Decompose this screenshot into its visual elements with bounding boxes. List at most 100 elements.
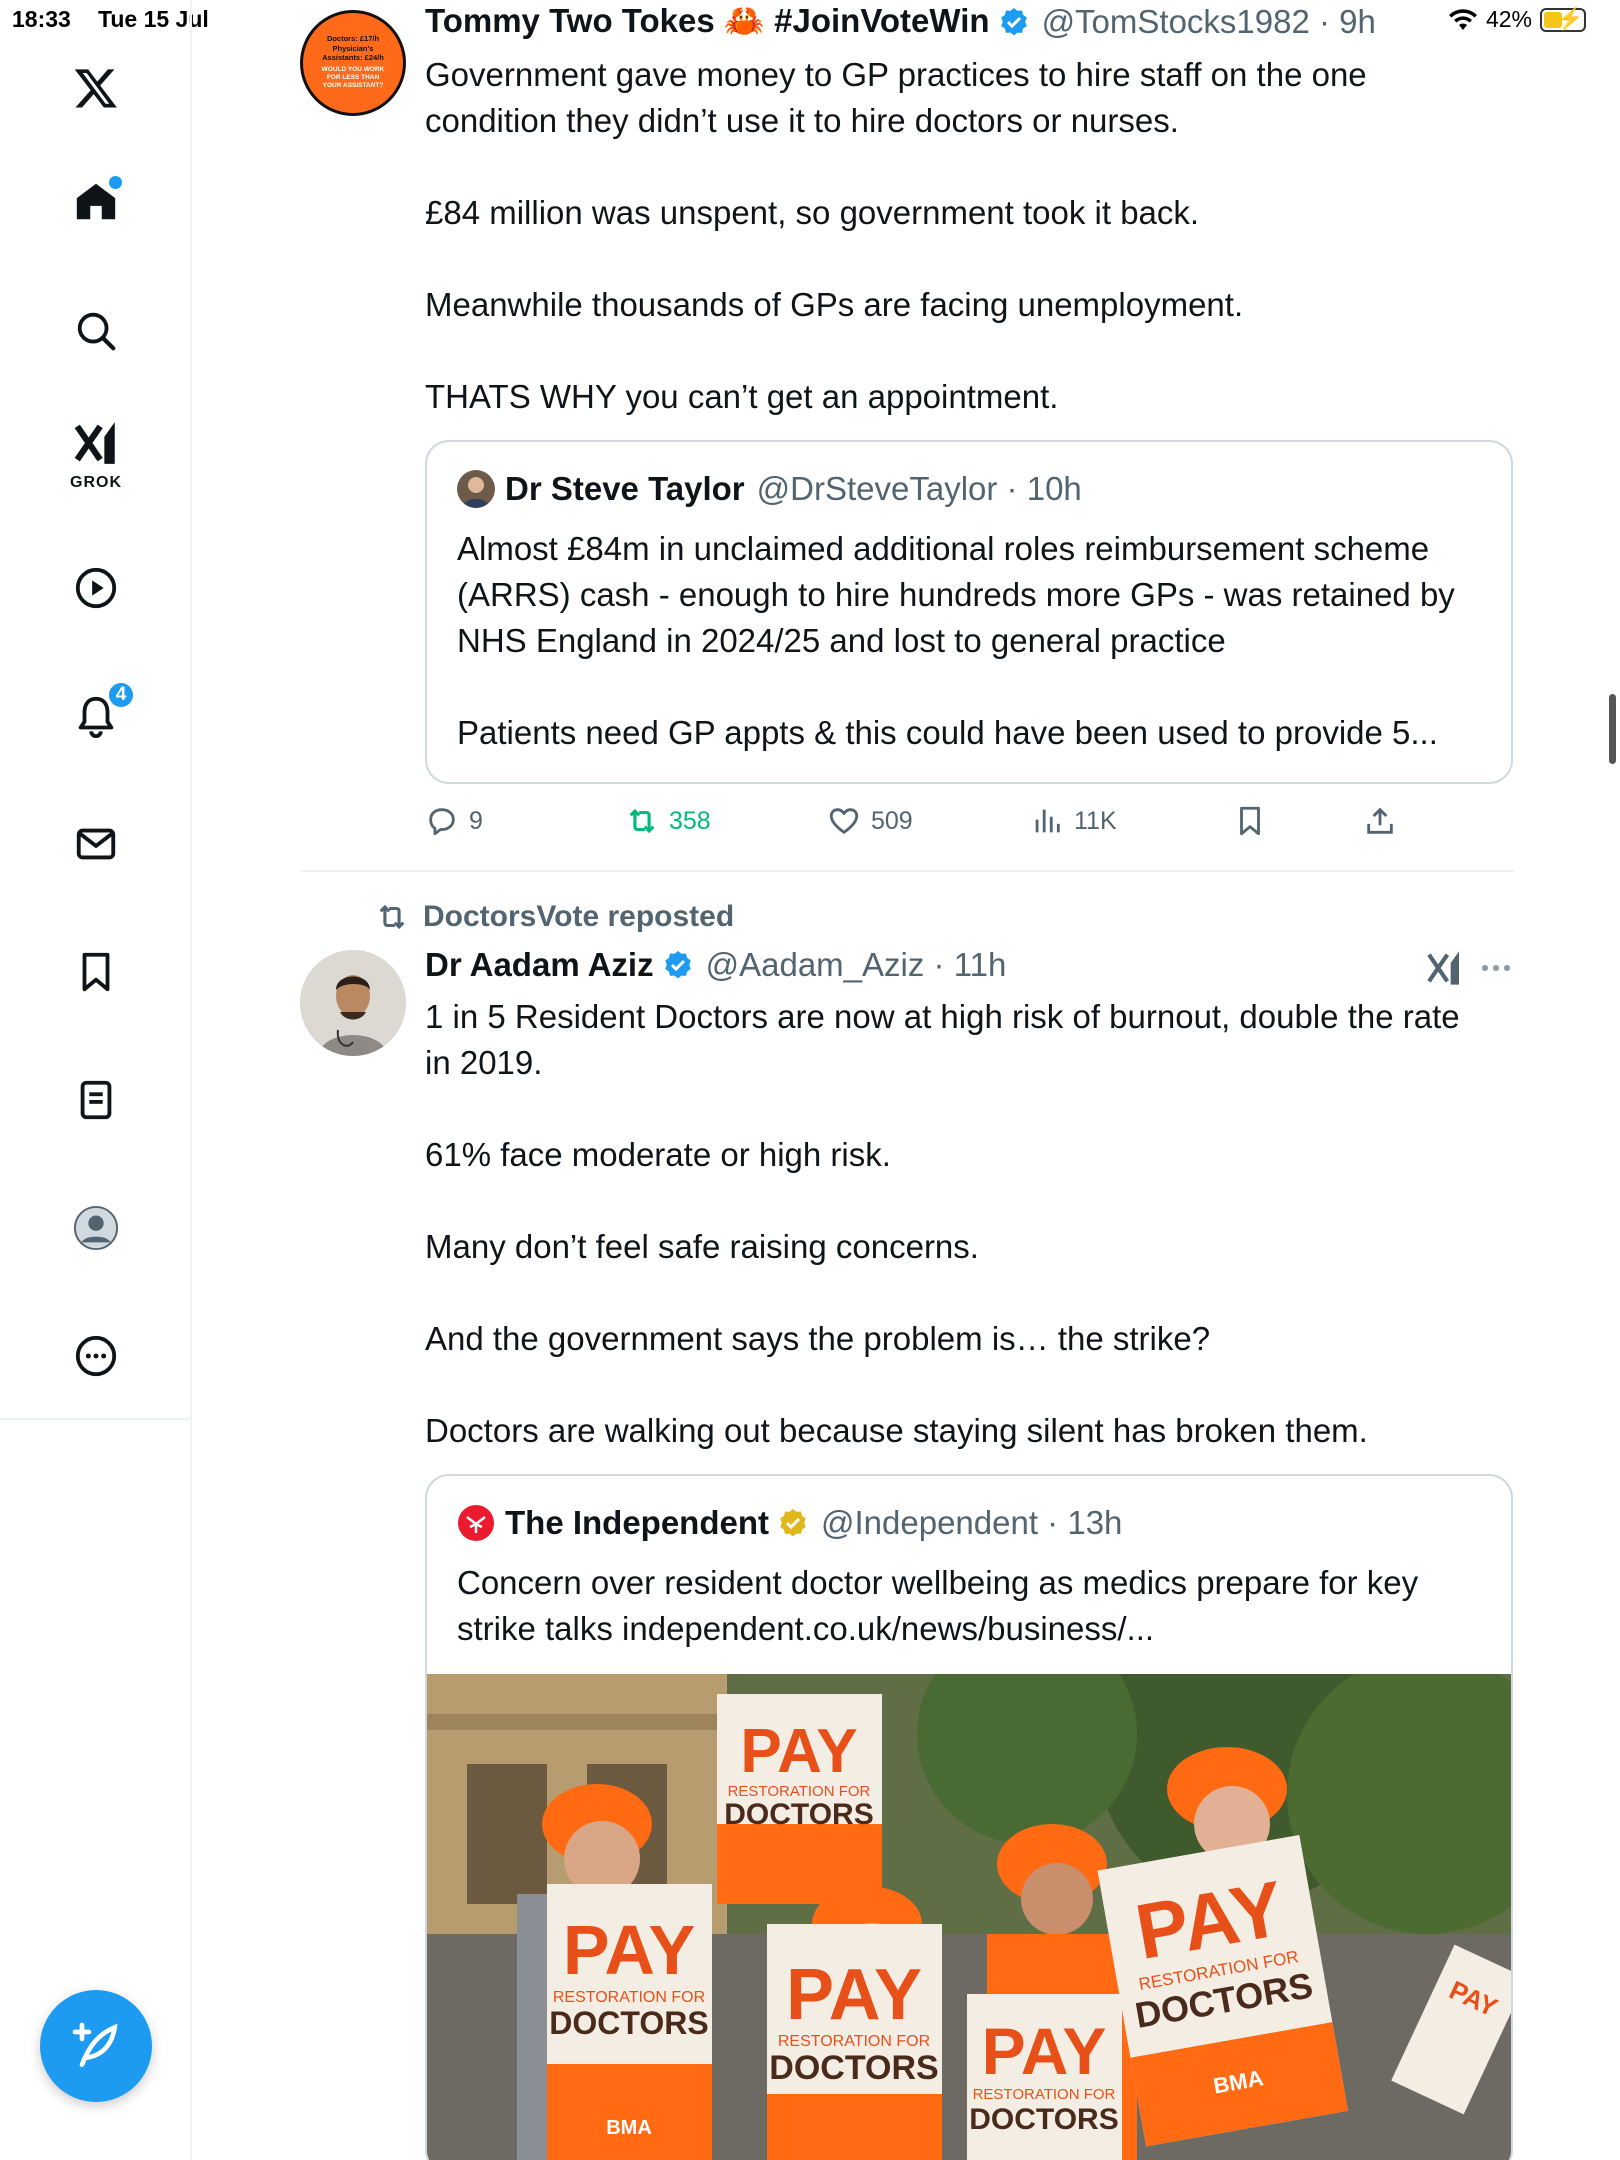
svg-text:PAY: PAY: [740, 1717, 857, 1786]
svg-text:PAY: PAY: [982, 2014, 1107, 2088]
profile-avatar-icon: [73, 1205, 119, 1251]
svg-text:PAY: PAY: [563, 1911, 695, 1989]
tweet1-avatar[interactable]: Doctors: £17/h Physician's Assistants: £…: [300, 10, 406, 116]
more-circle-icon: [75, 1335, 117, 1377]
quote1-avatar: [457, 470, 495, 508]
pay-sign-2: PAY RESTORATION FOR DOCTORS BMA: [547, 1884, 712, 2160]
more-options-button[interactable]: [1480, 956, 1512, 980]
bookmark-button[interactable]: [1233, 804, 1267, 838]
independent-logo-icon: [458, 1505, 494, 1541]
compose-button[interactable]: [40, 1990, 152, 2102]
tweet1-actions: 9 358 509 11K: [425, 804, 1513, 844]
nav-more[interactable]: [60, 1320, 132, 1392]
pay-sign-3: PAY RESTORATION FOR DOCTORS: [767, 1924, 942, 2160]
like-count: 509: [871, 806, 913, 835]
quote2-text: Concern over resident doctor wellbeing a…: [457, 1564, 1419, 1647]
tweet2-header: Dr Aadam Aziz @Aadam_Aziz · 11h: [425, 946, 1006, 984]
nav-profile[interactable]: [60, 1192, 132, 1264]
quote2-photo[interactable]: PAY RESTORATION FOR DOCTORS PAY RESTORAT…: [427, 1674, 1511, 2160]
nav-home[interactable]: [60, 166, 132, 238]
svg-text:PAY: PAY: [786, 1955, 922, 2035]
more-horizontal-icon: [1482, 965, 1510, 971]
quote2-author-name: The Independent: [505, 1504, 769, 1541]
quote1-handle: @DrSteveTaylor · 10h: [756, 470, 1082, 507]
svg-text:RESTORATION FOR: RESTORATION FOR: [973, 2086, 1116, 2103]
views-chart-icon: [1035, 809, 1060, 833]
grok-explain-button[interactable]: [1424, 948, 1464, 988]
svg-text:DOCTORS: DOCTORS: [724, 1798, 873, 1831]
views-button[interactable]: 11K: [1030, 804, 1117, 838]
scrollbar[interactable]: [1609, 694, 1616, 764]
nav-separator: [0, 1418, 192, 1420]
quote2-handle: @Independent · 13h: [821, 1504, 1123, 1541]
tweet1-header: Tommy Two Tokes 🦀 #JoinVoteWin @TomStock…: [425, 2, 1376, 41]
tweet2-author-name[interactable]: Dr Aadam Aziz: [425, 946, 654, 984]
nav-notifications[interactable]: 4: [60, 680, 136, 752]
battery-icon: ⚡: [1540, 6, 1586, 32]
reposted-by[interactable]: DoctorsVote reposted: [375, 900, 734, 934]
tweet2-avatar-photo: [300, 950, 406, 1056]
tweet-divider: [300, 870, 1514, 872]
svg-text:WOULD YOU WORK: WOULD YOU WORK: [322, 66, 385, 73]
nav-messages[interactable]: [60, 808, 132, 880]
tweet1-author-name[interactable]: Tommy Two Tokes 🦀 #JoinVoteWin: [425, 2, 990, 41]
svg-text:RESTORATION FOR: RESTORATION FOR: [553, 1989, 705, 2006]
svg-text:DOCTORS: DOCTORS: [769, 2049, 938, 2087]
svg-text:RESTORATION FOR: RESTORATION FOR: [778, 2033, 930, 2050]
grok-label: GROK: [70, 474, 122, 491]
tweet2-quote-card[interactable]: The Independent @Independent · 13h Conce…: [425, 1474, 1513, 2160]
search-icon: [77, 312, 116, 351]
svg-text:Doctors: £17/h: Doctors: £17/h: [327, 34, 380, 43]
quote1-header: Dr Steve Taylor @DrSteveTaylor · 10h: [457, 470, 1082, 508]
repost-count: 358: [669, 806, 711, 835]
pay-sign-1: PAY RESTORATION FOR DOCTORS: [717, 1694, 882, 1904]
like-button[interactable]: 509: [827, 804, 913, 838]
repost-button[interactable]: 358: [625, 804, 711, 838]
nav-video[interactable]: [60, 552, 132, 624]
mail-icon: [76, 828, 116, 860]
status-right: 42% ⚡: [1448, 6, 1586, 33]
quote1-author-name: Dr Steve Taylor: [505, 470, 745, 507]
verified-badge-icon: [1000, 7, 1027, 35]
tweet1-avatar-badge: Doctors: £17/h Physician's Assistants: £…: [322, 34, 385, 89]
nav-lists[interactable]: [60, 1064, 132, 1136]
x-logo-button[interactable]: [60, 52, 132, 124]
quote2-avatar: [457, 1504, 495, 1542]
svg-text:Physician's: Physician's: [333, 44, 374, 53]
bookmark-icon: [82, 952, 110, 992]
x-logo-icon: [74, 69, 117, 108]
views-count: 11K: [1074, 806, 1117, 835]
home-unread-dot: [109, 176, 122, 189]
tweet1-text: Government gave money to GP practices to…: [425, 56, 1367, 415]
tweet2-avatar[interactable]: [300, 950, 406, 1056]
tweet1-handle[interactable]: @TomStocks1982 · 9h: [1042, 3, 1376, 41]
svg-text:DOCTORS: DOCTORS: [969, 2103, 1118, 2136]
share-icon: [1367, 807, 1393, 834]
svg-text:BMA: BMA: [606, 2117, 652, 2139]
reply-count: 9: [469, 806, 483, 835]
protest-photo: PAY RESTORATION FOR DOCTORS PAY RESTORAT…: [427, 1674, 1511, 2160]
repost-icon: [379, 904, 405, 930]
nav-bookmarks[interactable]: [60, 936, 132, 1008]
bookmark-icon: [1240, 806, 1260, 836]
battery-percent: 42%: [1485, 6, 1532, 32]
list-icon: [80, 1080, 112, 1120]
grok-icon: [74, 422, 115, 464]
nav-grok[interactable]: GROK: [60, 416, 132, 491]
reply-icon: [429, 808, 455, 836]
svg-text:FOR LESS THAN: FOR LESS THAN: [327, 74, 380, 81]
repost-icon: [629, 808, 655, 834]
verified-badge-icon: [664, 951, 691, 979]
reposted-by-label: DoctorsVote reposted: [423, 900, 735, 933]
tweet2-handle[interactable]: @Aadam_Aziz · 11h: [706, 946, 1007, 984]
svg-text:DOCTORS: DOCTORS: [549, 2005, 708, 2041]
share-button[interactable]: [1363, 804, 1397, 838]
gold-verified-badge-icon: [780, 1509, 806, 1537]
svg-text:Assistants: £24/h: Assistants: £24/h: [322, 53, 384, 62]
quote2-header: The Independent @Independent · 13h: [457, 1504, 1122, 1542]
grok-icon: [1427, 951, 1459, 985]
notifications-badge: 4: [106, 680, 136, 710]
tweet1-quote-card[interactable]: Dr Steve Taylor @DrSteveTaylor · 10h Alm…: [425, 440, 1513, 784]
reply-button[interactable]: 9: [425, 804, 483, 838]
nav-search[interactable]: [60, 295, 132, 367]
